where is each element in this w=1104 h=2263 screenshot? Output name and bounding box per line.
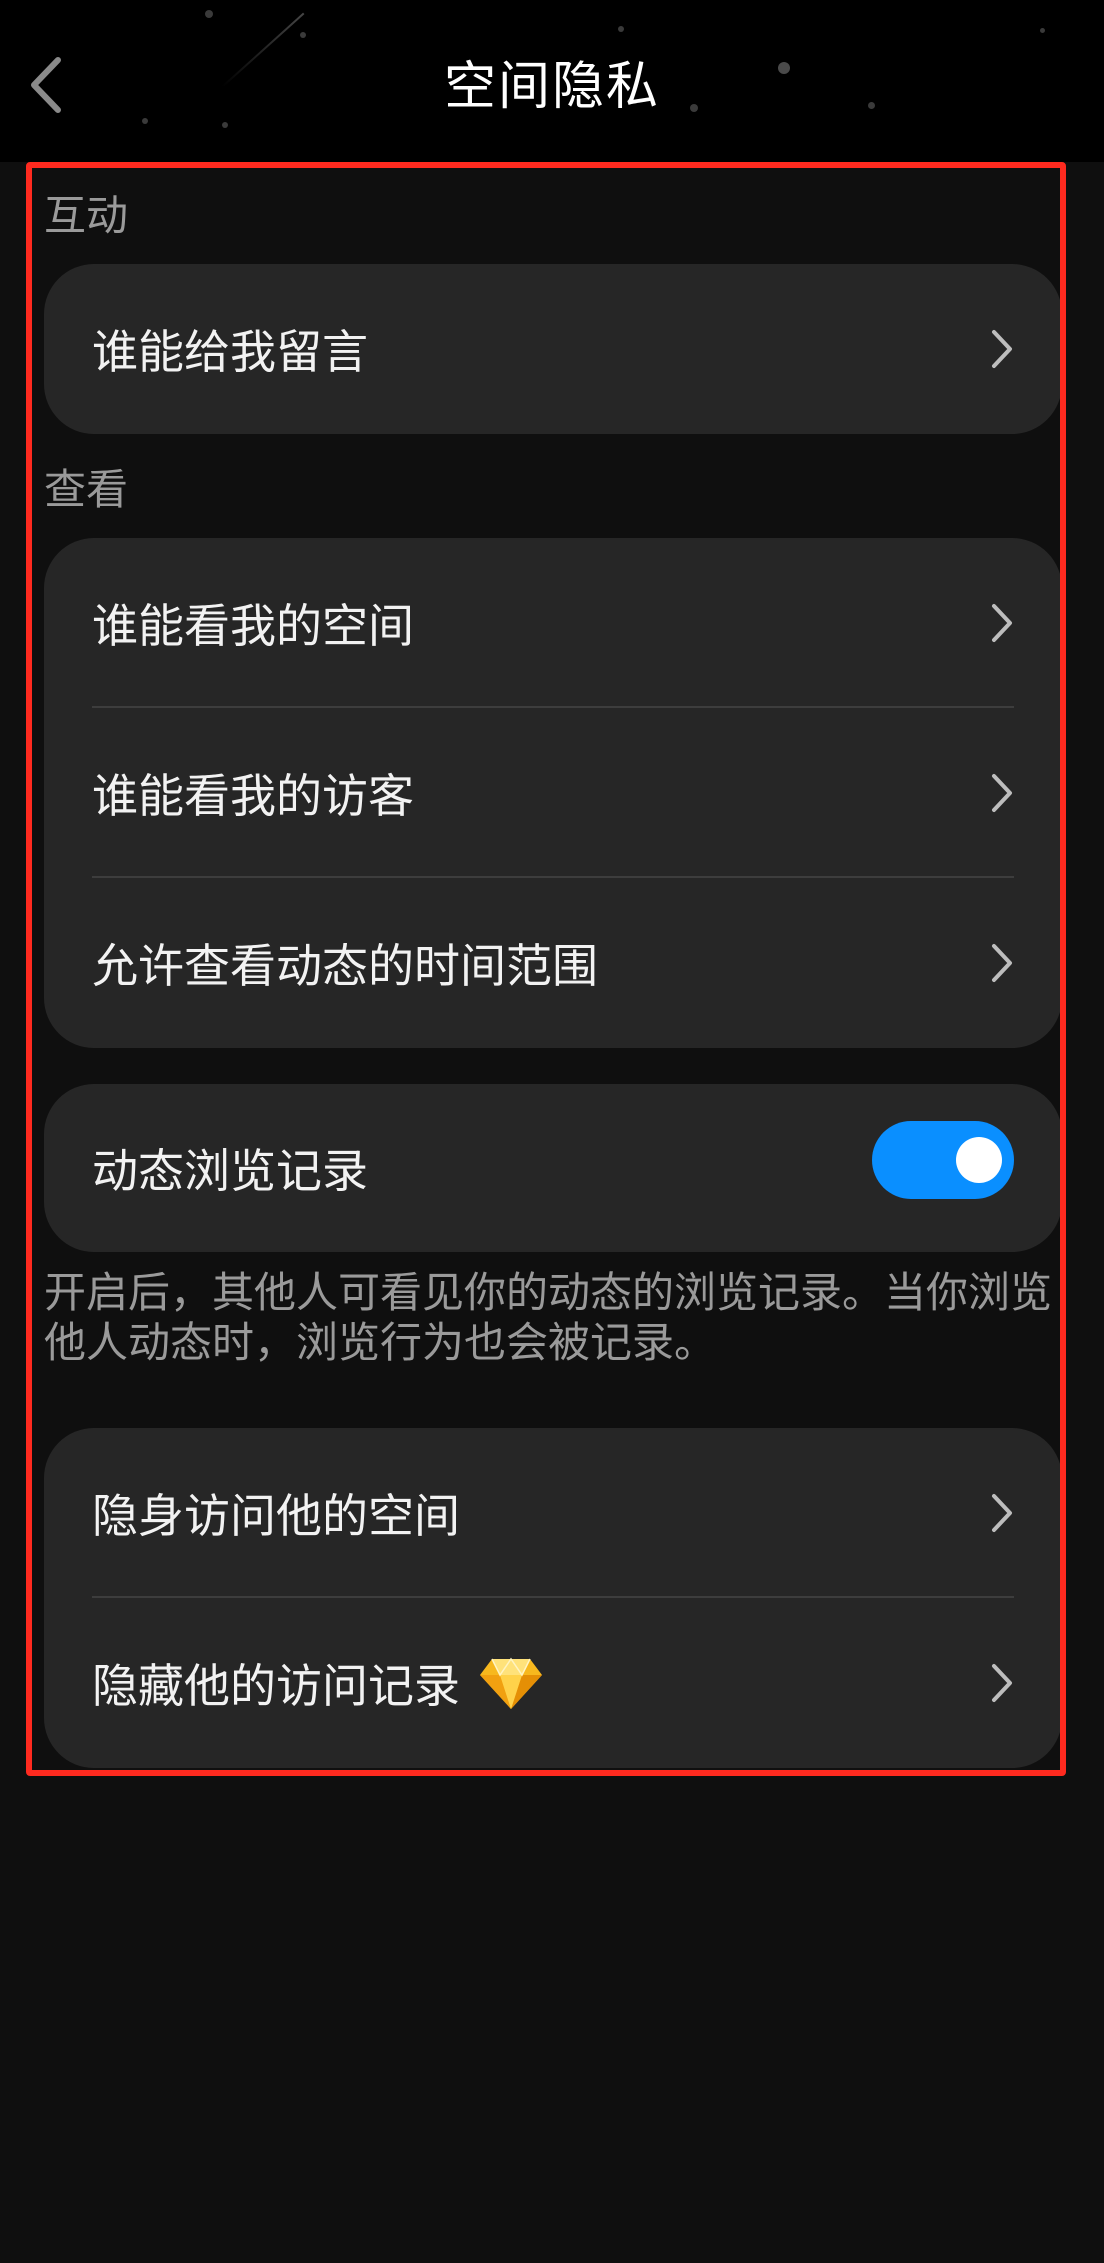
section-label-view: 查看 xyxy=(44,465,129,514)
star-decoration xyxy=(205,10,213,18)
row-who-can-see-visitors[interactable]: 谁能看我的访客 xyxy=(44,708,1062,878)
feed-browse-history-toggle[interactable] xyxy=(872,1121,1014,1199)
page-title: 空间隐私 xyxy=(443,57,660,117)
row-who-can-comment[interactable]: 谁能给我留言 xyxy=(44,264,1062,434)
row-label: 隐身访问他的空间 xyxy=(92,1489,460,1543)
row-label: 允许查看动态的时间范围 xyxy=(92,939,598,993)
row-label: 动态浏览记录 xyxy=(92,1144,368,1198)
section-label-interaction: 互动 xyxy=(44,191,129,240)
feed-browse-history-description: 开启后，其他人可看见你的动态的浏览记录。当你浏览他人动态时，浏览行为也会被记录。 xyxy=(44,1268,1053,1367)
diamond-icon xyxy=(480,1657,542,1709)
card-interaction: 谁能给我留言 xyxy=(44,264,1062,434)
star-decoration xyxy=(618,26,624,32)
chevron-right-icon xyxy=(992,330,1012,368)
row-label-with-badge: 隐藏他的访问记录 xyxy=(92,1598,544,1768)
row-label: 谁能看我的空间 xyxy=(92,599,414,653)
card-view: 谁能看我的空间 谁能看我的访客 允许查看动态的时间范围 xyxy=(44,538,1062,1048)
chevron-right-icon xyxy=(992,1494,1012,1532)
star-decoration xyxy=(222,122,228,128)
chevron-right-icon xyxy=(992,944,1012,982)
card-feed-browse-history: 动态浏览记录 xyxy=(44,1084,1062,1252)
row-hide-visit-record[interactable]: 隐藏他的访问记录 xyxy=(44,1598,1062,1768)
privacy-page: 空间隐私 互动 谁能给我留言 查看 谁能看我的空间 谁能看我的访客 允许查看动态… xyxy=(0,0,1104,2263)
star-decoration xyxy=(1040,28,1045,33)
chevron-right-icon xyxy=(992,1664,1012,1702)
header-bar: 空间隐私 xyxy=(0,0,1104,162)
row-feed-browse-history: 动态浏览记录 xyxy=(44,1084,1062,1252)
row-invisible-visit[interactable]: 隐身访问他的空间 xyxy=(44,1428,1062,1598)
card-visit-settings: 隐身访问他的空间 隐藏他的访问记录 xyxy=(44,1428,1062,1768)
row-who-can-see-space[interactable]: 谁能看我的空间 xyxy=(44,538,1062,708)
row-feed-time-range[interactable]: 允许查看动态的时间范围 xyxy=(44,878,1062,1048)
star-decoration xyxy=(300,32,306,38)
chevron-right-icon xyxy=(992,774,1012,812)
row-label: 谁能给我留言 xyxy=(92,325,368,379)
row-label: 隐藏他的访问记录 xyxy=(92,1659,460,1713)
toggle-knob xyxy=(956,1137,1002,1183)
chevron-right-icon xyxy=(992,604,1012,642)
row-label: 谁能看我的访客 xyxy=(92,769,414,823)
